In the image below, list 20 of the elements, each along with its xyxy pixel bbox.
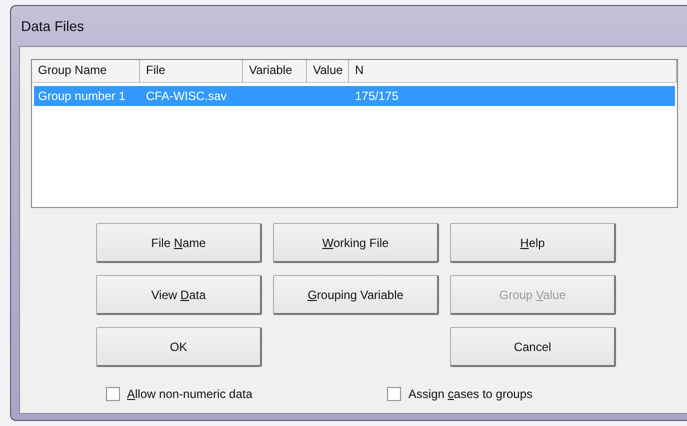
- checkbox-label: Allow non-numeric data: [127, 387, 252, 401]
- dialog-button[interactable]: Cancel: [450, 327, 616, 367]
- dialog-button[interactable]: View Data: [96, 275, 262, 315]
- dialog-button[interactable]: Working File: [273, 223, 439, 263]
- dialog-button[interactable]: OK: [96, 327, 262, 367]
- table-cell: CFA-WISC.sav: [146, 89, 227, 103]
- window-title: Data Files: [20, 18, 84, 34]
- checkbox[interactable]: [387, 387, 402, 401]
- column-header[interactable]: Value: [307, 60, 349, 82]
- dialog-button[interactable]: File Name: [96, 223, 262, 263]
- checkbox[interactable]: [106, 387, 120, 401]
- column-header[interactable]: Variable: [243, 60, 307, 82]
- dialog-button[interactable]: Grouping Variable: [273, 275, 439, 315]
- dialog-button[interactable]: Help: [450, 223, 616, 263]
- table-cell: 175/175: [355, 89, 398, 103]
- column-header[interactable]: Group Name: [32, 60, 140, 82]
- checkbox-label: Assign cases to groups: [408, 387, 532, 401]
- table-cell: Group number 1: [38, 89, 126, 103]
- column-header[interactable]: File: [140, 60, 243, 82]
- column-header[interactable]: N: [349, 60, 677, 82]
